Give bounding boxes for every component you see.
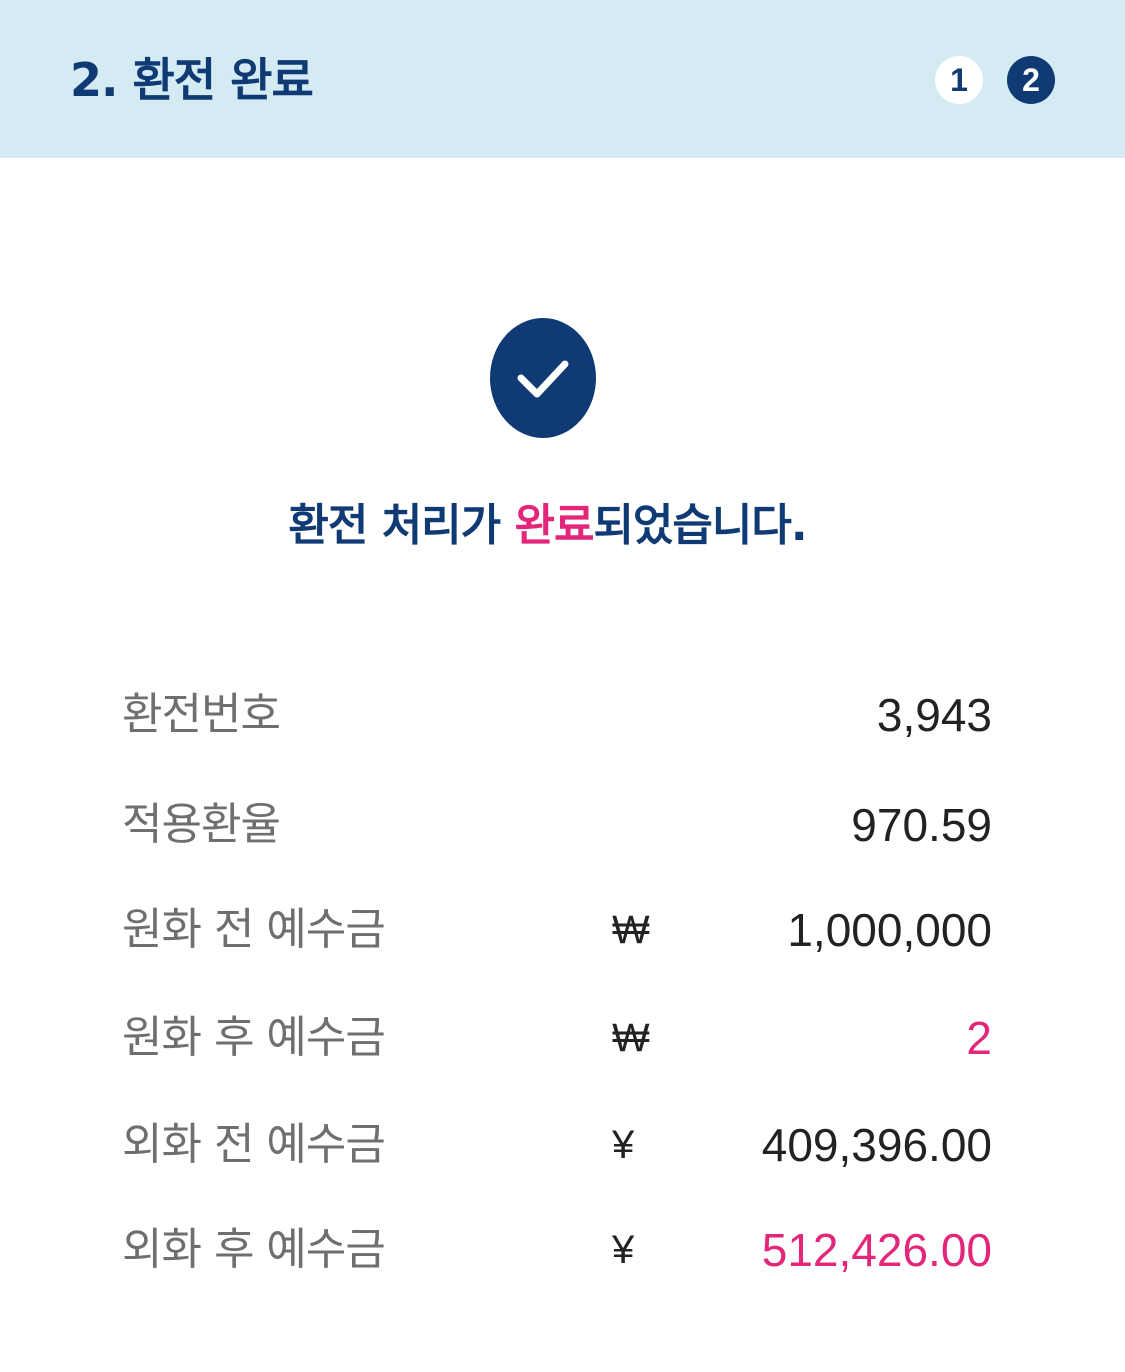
detail-label: 환전번호 [122, 689, 281, 740]
yen-currency-symbol: ¥ [612, 1123, 635, 1167]
detail-row-applied-rate: 적용환율 970.59 [122, 790, 992, 860]
detail-row-fx-before: 외화 전 예수금 ¥ 409,396.00 [122, 1110, 992, 1180]
checkmark-icon [490, 318, 596, 438]
message-text-after: 되었습니다. [593, 500, 807, 551]
detail-label: 적용환율 [122, 799, 281, 850]
detail-value-highlight: 2 [966, 1012, 992, 1064]
detail-label: 외화 후 예수금 [122, 1224, 386, 1275]
step-indicator-1: 1 [935, 56, 983, 104]
detail-row-krw-before: 원화 전 예수금 ₩ 1,000,000 [122, 895, 992, 965]
detail-row-exchange-number: 환전번호 3,943 [122, 680, 992, 750]
detail-row-fx-after: 외화 후 예수금 ¥ 512,426.00 [122, 1215, 992, 1285]
yen-currency-symbol: ¥ [612, 1228, 635, 1272]
step-indicator-2-active: 2 [1007, 56, 1055, 104]
message-text-accent: 완료 [514, 500, 594, 551]
message-text-before: 환전 처리가 [288, 500, 515, 551]
detail-value: 970.59 [851, 799, 992, 851]
detail-label: 원화 후 예수금 [122, 1012, 386, 1063]
detail-value-highlight: 512,426.00 [761, 1224, 992, 1276]
page-header: 2. 환전 완료 1 2 [0, 0, 1125, 158]
detail-label: 외화 전 예수금 [122, 1119, 386, 1170]
won-currency-symbol: ₩ [612, 908, 650, 952]
detail-value: 1,000,000 [787, 904, 992, 956]
detail-label: 원화 전 예수금 [122, 904, 386, 955]
detail-value: 409,396.00 [761, 1119, 992, 1171]
completion-message: 환전 처리가 완료되었습니다. [0, 496, 1095, 556]
page-title: 2. 환전 완료 [70, 53, 314, 107]
detail-value: 3,943 [876, 689, 992, 741]
detail-row-krw-after: 원화 후 예수금 ₩ 2 [122, 1003, 992, 1073]
won-currency-symbol: ₩ [612, 1016, 650, 1060]
